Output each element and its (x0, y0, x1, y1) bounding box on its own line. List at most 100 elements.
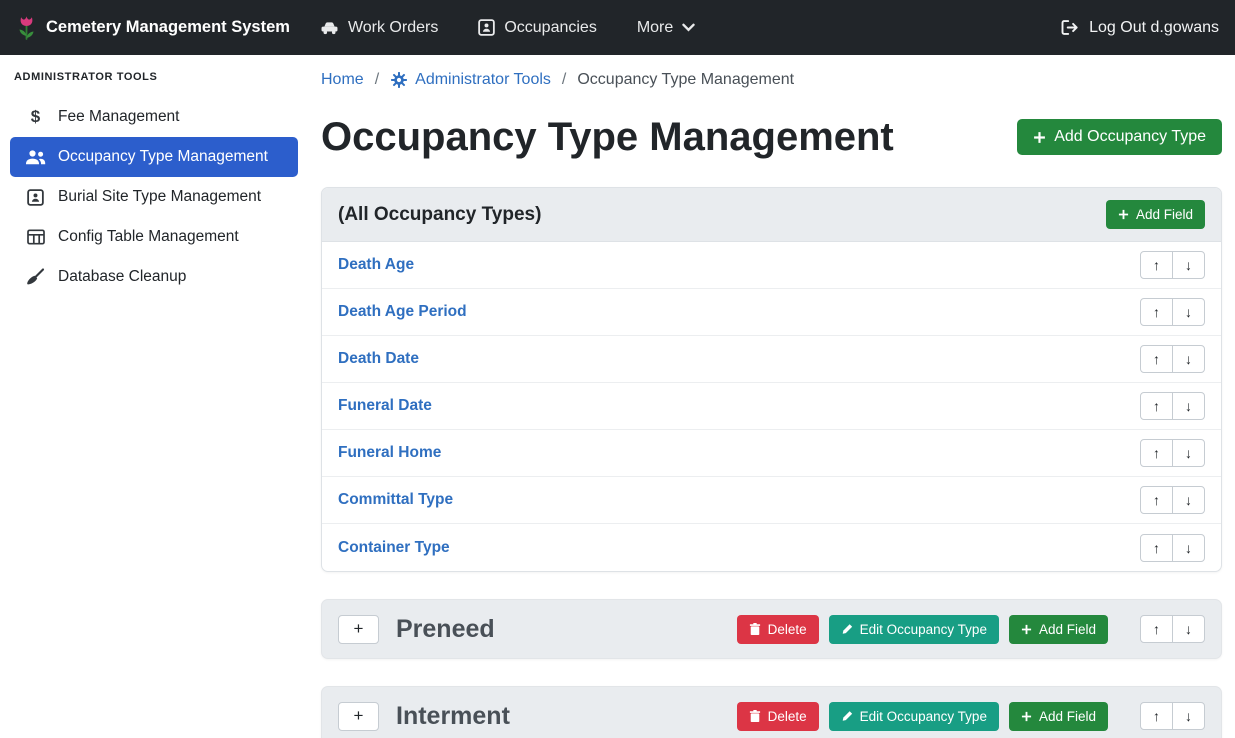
move-up-button[interactable]: ↑ (1140, 298, 1173, 326)
nav-more[interactable]: More (637, 19, 695, 37)
move-up-button[interactable]: ↑ (1140, 702, 1173, 730)
reorder-group: ↑ ↓ (1140, 439, 1205, 467)
reorder-group: ↑ ↓ (1140, 702, 1205, 730)
app-brand[interactable]: Cemetery Management System (16, 15, 290, 41)
broom-icon (23, 268, 48, 286)
delete-label: Delete (768, 622, 807, 637)
nav-work-orders-label: Work Orders (348, 19, 438, 37)
add-occupancy-type-button[interactable]: Add Occupancy Type (1017, 119, 1222, 155)
nav-work-orders[interactable]: Work Orders (320, 19, 438, 37)
field-row: Death Age Period ↑ ↓ (322, 289, 1221, 336)
delete-button[interactable]: Delete (737, 615, 819, 644)
add-field-button[interactable]: Add Field (1106, 200, 1205, 229)
edit-occupancy-type-button[interactable]: Edit Occupancy Type (829, 615, 999, 644)
top-navbar: Cemetery Management System Work Orders O… (0, 0, 1235, 55)
move-up-button[interactable]: ↑ (1140, 345, 1173, 373)
edit-occupancy-type-button[interactable]: Edit Occupancy Type (829, 702, 999, 731)
field-link[interactable]: Committal Type (338, 491, 453, 509)
logout-icon (1061, 19, 1080, 36)
move-down-button[interactable]: ↓ (1172, 615, 1205, 643)
reorder-group: ↑ ↓ (1140, 615, 1205, 643)
sidebar-item-occupancy-type-management[interactable]: Occupancy Type Management (10, 137, 298, 177)
pencil-icon (841, 710, 853, 722)
dollar-icon: $ (23, 107, 48, 127)
section-bar-interment: + Interment Delete Edit Occupancy Type (321, 686, 1222, 738)
trash-icon (749, 709, 761, 723)
burial-site-icon (23, 189, 48, 206)
field-row: Funeral Home ↑ ↓ (322, 430, 1221, 477)
move-up-button[interactable]: ↑ (1140, 251, 1173, 279)
all-occupancy-types-title: (All Occupancy Types) (338, 204, 541, 226)
reorder-group: ↑ ↓ (1140, 345, 1205, 373)
section-actions: Delete Edit Occupancy Type Add Field ↑ ↓ (737, 702, 1205, 731)
sidebar: Administrator Tools $ Fee Management Occ… (0, 55, 308, 738)
field-row: Funeral Date ↑ ↓ (322, 383, 1221, 430)
gear-icon (390, 71, 408, 89)
chevron-down-icon (682, 23, 695, 32)
reorder-group: ↑ ↓ (1140, 298, 1205, 326)
move-down-button[interactable]: ↓ (1172, 392, 1205, 420)
breadcrumb-admin-tools-label: Administrator Tools (415, 71, 551, 89)
move-down-button[interactable]: ↓ (1172, 702, 1205, 730)
sidebar-item-label: Config Table Management (58, 228, 239, 246)
users-icon (23, 149, 48, 165)
field-link[interactable]: Death Age Period (338, 303, 467, 321)
move-up-button[interactable]: ↑ (1140, 615, 1173, 643)
add-field-button[interactable]: Add Field (1009, 702, 1108, 731)
field-link[interactable]: Funeral Date (338, 397, 432, 415)
plus-icon (1033, 131, 1046, 144)
add-field-button[interactable]: Add Field (1009, 615, 1108, 644)
breadcrumb: Home / Administrator Tools / Occupancy T… (321, 71, 1222, 89)
move-up-button[interactable]: ↑ (1140, 439, 1173, 467)
plus-icon (1118, 209, 1129, 220)
move-down-button[interactable]: ↓ (1172, 251, 1205, 279)
field-row: Container Type ↑ ↓ (322, 524, 1221, 571)
sidebar-item-label: Occupancy Type Management (58, 148, 268, 166)
reorder-group: ↑ ↓ (1140, 251, 1205, 279)
main-content: Home / Administrator Tools / Occupancy T… (308, 55, 1235, 738)
field-link[interactable]: Funeral Home (338, 444, 441, 462)
breadcrumb-home-link[interactable]: Home (321, 71, 364, 89)
sidebar-item-label: Fee Management (58, 108, 180, 126)
move-down-button[interactable]: ↓ (1172, 439, 1205, 467)
pencil-icon (841, 623, 853, 635)
field-link[interactable]: Container Type (338, 539, 450, 557)
move-up-button[interactable]: ↑ (1140, 486, 1173, 514)
move-up-button[interactable]: ↑ (1140, 534, 1173, 562)
field-link[interactable]: Death Age (338, 256, 414, 274)
expand-button[interactable]: + (338, 615, 379, 644)
sidebar-item-label: Burial Site Type Management (58, 188, 261, 206)
trash-icon (749, 622, 761, 636)
section-bar-preneed: + Preneed Delete Edit Occupancy Type (321, 599, 1222, 659)
breadcrumb-admin-tools-link[interactable]: Administrator Tools (390, 71, 551, 89)
move-up-button[interactable]: ↑ (1140, 392, 1173, 420)
table-icon (23, 229, 48, 245)
field-row: Death Date ↑ ↓ (322, 336, 1221, 383)
nav-occupancies[interactable]: Occupancies (478, 19, 597, 37)
logout-link[interactable]: Log Out d.gowans (1061, 19, 1219, 37)
car-icon (320, 20, 339, 35)
sidebar-item-burial-site-type-management[interactable]: Burial Site Type Management (10, 177, 298, 217)
person-plot-icon (478, 19, 495, 36)
section-title: Preneed (396, 615, 495, 644)
sidebar-item-config-table-management[interactable]: Config Table Management (10, 217, 298, 257)
field-link[interactable]: Death Date (338, 350, 419, 368)
plus-icon (1021, 624, 1032, 635)
move-down-button[interactable]: ↓ (1172, 486, 1205, 514)
main-nav: Work Orders Occupancies More (320, 19, 695, 37)
sidebar-item-fee-management[interactable]: $ Fee Management (10, 97, 298, 137)
breadcrumb-separator: / (375, 71, 379, 89)
expand-button[interactable]: + (338, 702, 379, 731)
move-down-button[interactable]: ↓ (1172, 298, 1205, 326)
logout-label: Log Out d.gowans (1089, 19, 1219, 37)
breadcrumb-separator: / (562, 71, 566, 89)
app-title: Cemetery Management System (46, 18, 290, 37)
section-title: Interment (396, 702, 510, 731)
sidebar-item-label: Database Cleanup (58, 268, 186, 286)
sidebar-item-database-cleanup[interactable]: Database Cleanup (10, 257, 298, 297)
delete-button[interactable]: Delete (737, 702, 819, 731)
reorder-group: ↑ ↓ (1140, 392, 1205, 420)
move-down-button[interactable]: ↓ (1172, 534, 1205, 562)
move-down-button[interactable]: ↓ (1172, 345, 1205, 373)
title-row: Occupancy Type Management Add Occupancy … (321, 109, 1222, 165)
